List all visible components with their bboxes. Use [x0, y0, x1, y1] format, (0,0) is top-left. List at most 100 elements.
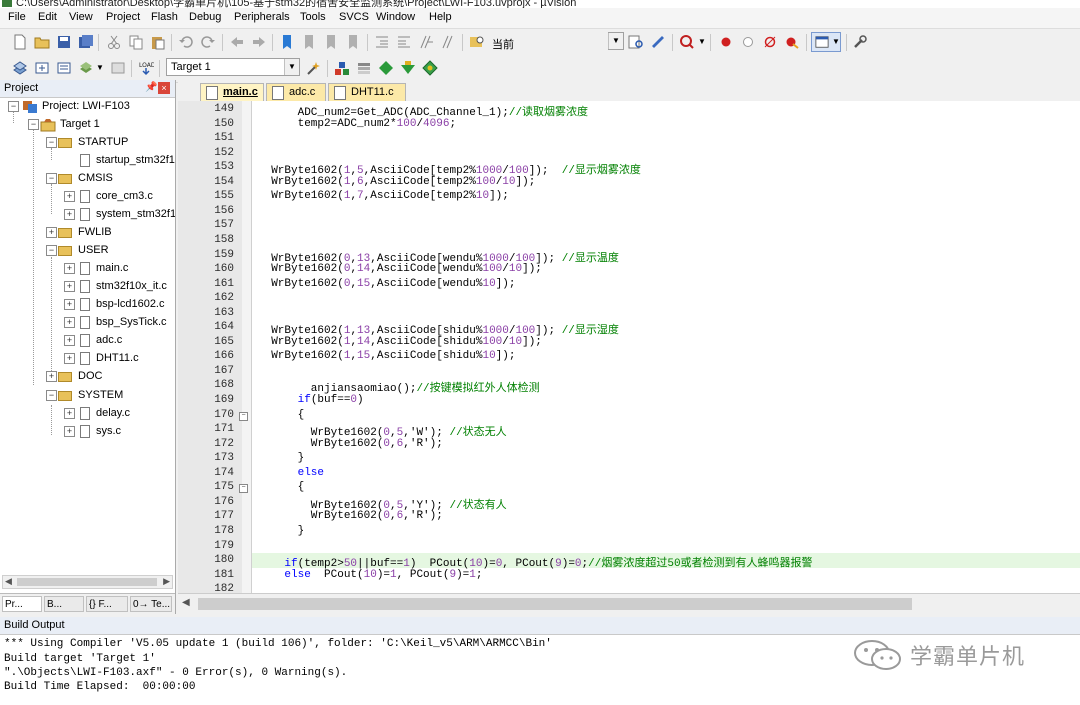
code-line[interactable]: { [258, 481, 305, 493]
pack-installer-icon[interactable] [400, 60, 416, 76]
code-line[interactable]: ADC_num2=Get_ADC(ADC_Channel_1);//读取烟雾浓度 [258, 103, 588, 119]
save-all-icon[interactable] [78, 34, 94, 50]
run-time-environment-icon[interactable] [422, 60, 438, 76]
build-icon[interactable] [34, 60, 50, 76]
code-line[interactable]: temp2=ADC_num2*100/4096; [258, 118, 456, 130]
code-line[interactable]: { [258, 409, 305, 421]
expand-icon[interactable]: + [46, 371, 57, 382]
bookmark-icon[interactable] [279, 34, 295, 50]
tab-templates[interactable]: 0→ Te... [130, 596, 172, 612]
code-line[interactable]: WrByte1602(1,13,AsciiCode[shidu%1000/100… [258, 321, 619, 337]
chevron-down-icon[interactable]: ▼ [96, 63, 104, 72]
code-line[interactable]: else PCout(10)=1, PCout(9)=1; [258, 569, 482, 581]
download-load-icon[interactable]: LOAD [138, 60, 154, 76]
window-layout-button[interactable]: ▼ [811, 32, 841, 52]
code-line[interactable]: } [258, 452, 305, 464]
disable-all-breakpoints-icon[interactable] [762, 34, 778, 50]
menu-project[interactable]: Project [106, 11, 140, 23]
search-combo[interactable]: ▼ [608, 32, 624, 50]
expand-icon[interactable]: + [64, 281, 75, 292]
scroll-right-icon[interactable]: ▶ [163, 576, 170, 587]
collapse-icon[interactable]: − [46, 173, 57, 184]
tab-project[interactable]: Pr... [2, 596, 42, 612]
target-options-icon[interactable] [306, 60, 322, 76]
paste-icon[interactable] [150, 34, 166, 50]
chevron-down-icon[interactable]: ▼ [698, 37, 706, 46]
code-line[interactable]: WrByte1602(1,5,AsciiCode[temp2%1000/100]… [258, 161, 641, 177]
find-icon[interactable] [628, 34, 644, 50]
menu-tools[interactable]: Tools [300, 11, 326, 23]
menu-svcs[interactable]: SVCS [339, 11, 369, 23]
menu-edit[interactable]: Edit [38, 11, 57, 23]
tab-main-c[interactable]: main.c [200, 83, 264, 101]
tab-dht11-c[interactable]: DHT11.c [328, 83, 406, 101]
editor-horizontal-scrollbar[interactable]: ◀ [178, 593, 1080, 615]
pin-icon[interactable]: 📌 [145, 82, 157, 93]
menu-peripherals[interactable]: Peripherals [234, 11, 290, 23]
expand-icon[interactable]: + [64, 408, 75, 419]
collapse-icon[interactable]: − [46, 390, 57, 401]
bookmark-clear-icon[interactable] [345, 34, 361, 50]
kill-all-breakpoints-icon[interactable] [784, 34, 800, 50]
translate-icon[interactable] [12, 60, 28, 76]
nav-back-icon[interactable] [229, 34, 245, 50]
code-line[interactable]: WrByte1602(1,6,AsciiCode[temp2%100/10]); [258, 176, 535, 188]
cut-icon[interactable] [106, 34, 122, 50]
manage-components-icon[interactable] [334, 60, 350, 76]
copy-icon[interactable] [128, 34, 144, 50]
batch-build-icon[interactable] [78, 60, 94, 76]
breakpoint-icon[interactable] [718, 34, 734, 50]
collapse-icon[interactable]: − [46, 245, 57, 256]
uncomment-icon[interactable] [440, 34, 456, 50]
code-line[interactable]: WrByte1602(1,14,AsciiCode[shidu%100/10])… [258, 336, 542, 348]
code-line[interactable]: else [258, 467, 324, 479]
expand-icon[interactable]: + [64, 263, 75, 274]
comment-icon[interactable] [418, 34, 434, 50]
select-packs-icon[interactable] [378, 60, 394, 76]
tab-functions[interactable]: {} F... [86, 596, 128, 612]
stop-build-icon[interactable] [110, 60, 126, 76]
expand-icon[interactable]: + [64, 426, 75, 437]
project-horizontal-scrollbar[interactable]: ◀ ▶ [2, 575, 173, 589]
rebuild-icon[interactable] [56, 60, 72, 76]
close-icon[interactable]: × [158, 82, 170, 94]
breakpoint-disabled-icon[interactable] [740, 34, 756, 50]
bookmark-prev-icon[interactable] [301, 34, 317, 50]
code-line[interactable]: WrByte1602(0,14,AsciiCode[wendu%100/10])… [258, 263, 542, 275]
expand-icon[interactable]: + [64, 335, 75, 346]
scrollbar-thumb[interactable] [17, 578, 157, 586]
tab-books[interactable]: B... [44, 596, 84, 612]
target-select[interactable]: Target 1 ▼ [166, 58, 300, 76]
indent-icon[interactable] [374, 34, 390, 50]
scrollbar-thumb[interactable] [198, 598, 912, 610]
redo-icon[interactable] [200, 34, 216, 50]
menu-debug[interactable]: Debug [189, 11, 221, 23]
collapse-icon[interactable]: − [8, 101, 19, 112]
menu-file[interactable]: File [8, 11, 26, 23]
menu-flash[interactable]: Flash [151, 11, 178, 23]
incremental-find-icon[interactable] [650, 34, 666, 50]
code-line[interactable]: WrByte1602(0,15,AsciiCode[wendu%10]); [258, 278, 515, 290]
unindent-icon[interactable] [396, 34, 412, 50]
bookmark-next-icon[interactable] [323, 34, 339, 50]
find-in-files-icon[interactable] [469, 34, 485, 50]
nav-forward-icon[interactable] [251, 34, 267, 50]
menu-view[interactable]: View [69, 11, 93, 23]
code-line[interactable]: WrByte1602(1,7,AsciiCode[temp2%10]); [258, 190, 509, 202]
expand-icon[interactable]: + [64, 209, 75, 220]
code-line[interactable]: WrByte1602(1,15,AsciiCode[shidu%10]); [258, 350, 515, 362]
menu-window[interactable]: Window [376, 11, 415, 23]
collapse-icon[interactable]: − [28, 119, 39, 130]
code-line[interactable]: if(temp2>50||buf==1) PCout(10)=0, PCout(… [258, 554, 812, 570]
expand-icon[interactable]: + [64, 317, 75, 328]
undo-icon[interactable] [178, 34, 194, 50]
fold-toggle-icon[interactable]: − [239, 412, 248, 421]
code-line[interactable]: if(buf==0) [258, 394, 364, 406]
configure-tools-icon[interactable] [852, 34, 868, 50]
collapse-icon[interactable]: − [46, 137, 57, 148]
scroll-left-icon[interactable]: ◀ [5, 576, 12, 587]
scroll-left-icon[interactable]: ◀ [182, 597, 190, 608]
expand-icon[interactable]: + [64, 353, 75, 364]
code-line[interactable]: anjiansaomiao();//按键模拟红外人体检测 [258, 379, 540, 395]
menu-help[interactable]: Help [429, 11, 452, 23]
